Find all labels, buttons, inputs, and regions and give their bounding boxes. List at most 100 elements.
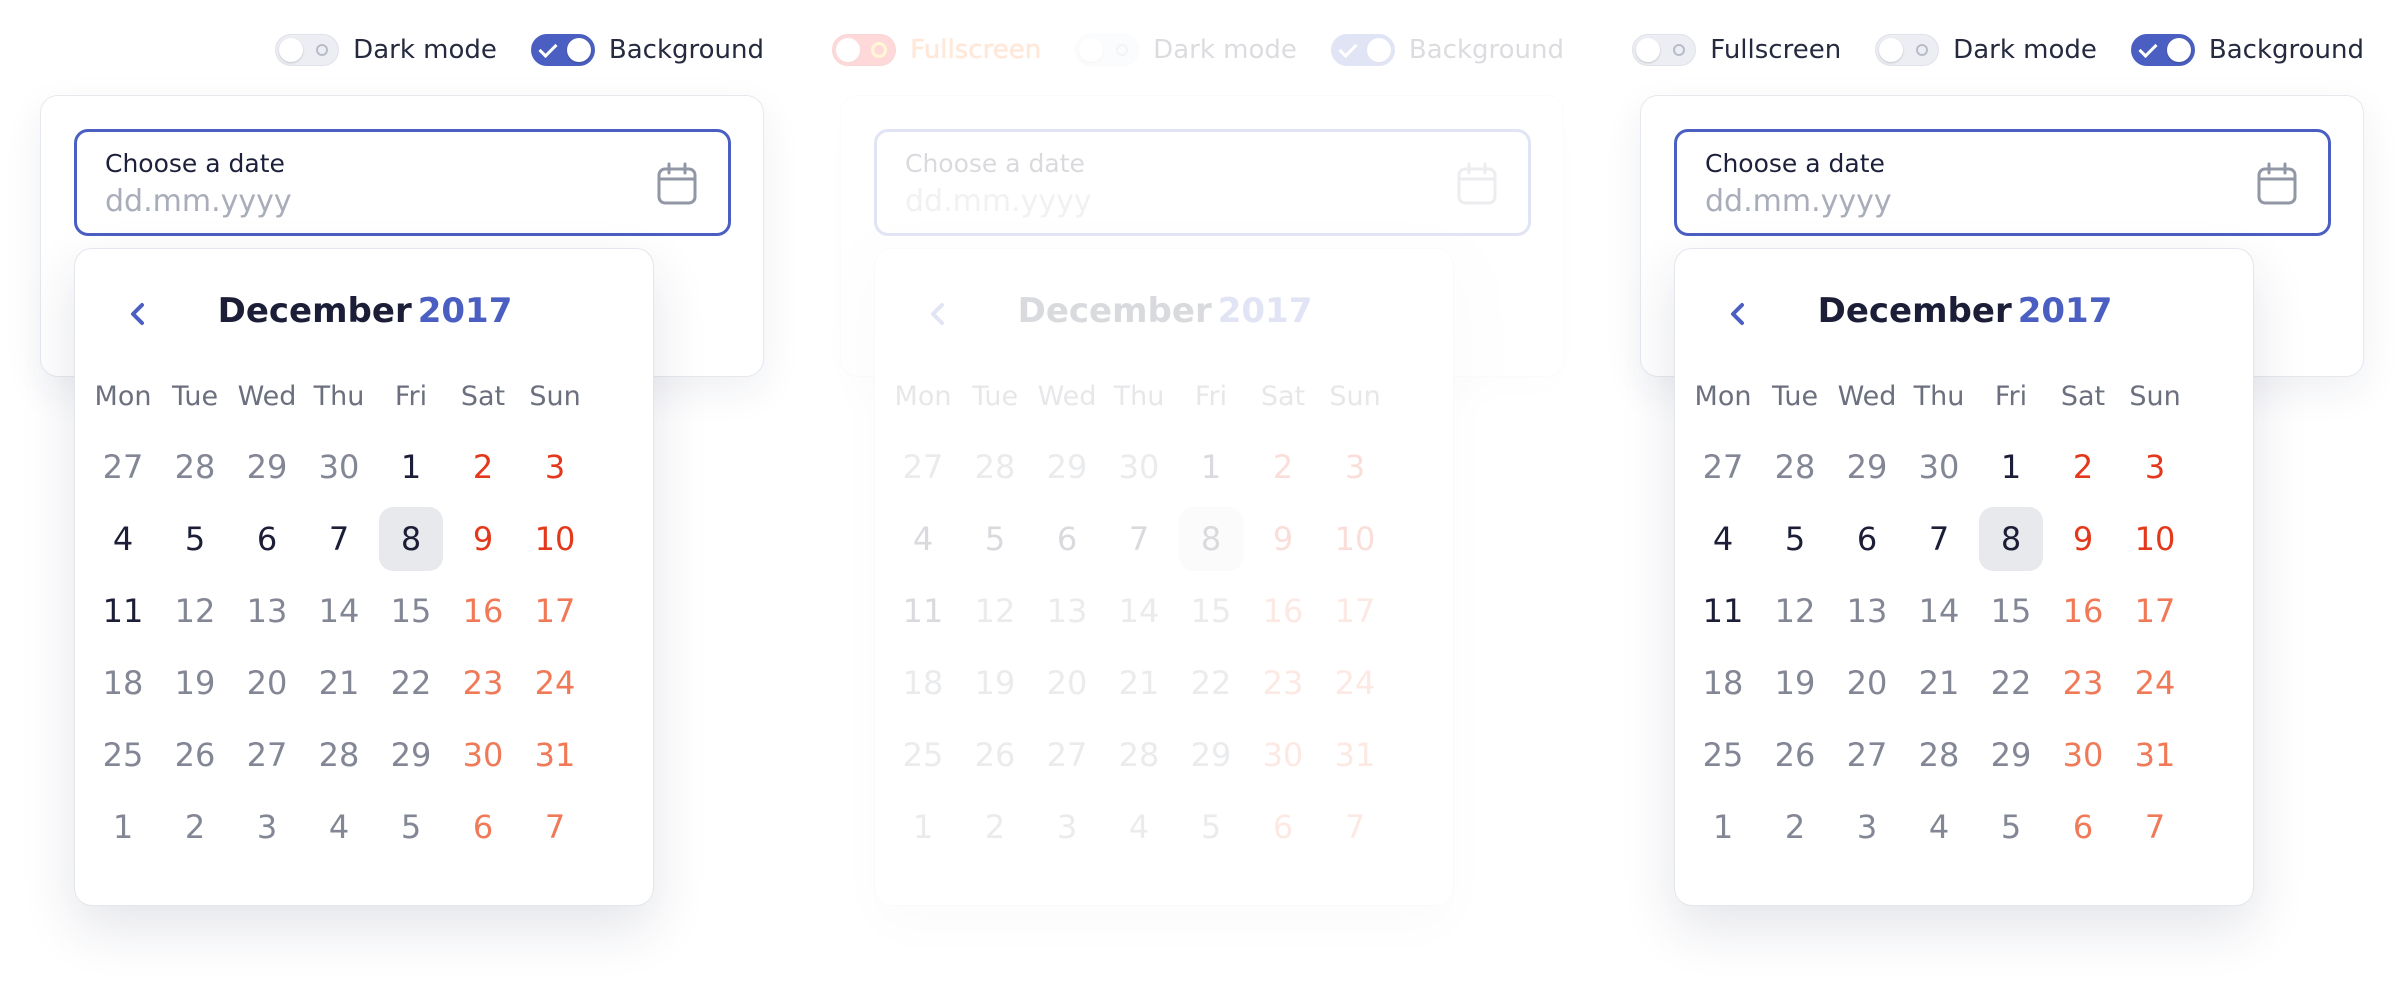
- day-cell[interactable]: 29: [1979, 723, 2043, 787]
- day-cell[interactable]: 22: [379, 651, 443, 715]
- day-cell[interactable]: 18: [891, 651, 955, 715]
- toggle-dark-mode[interactable]: Dark mode: [1075, 34, 1297, 66]
- dark-mode-switch[interactable]: [275, 34, 340, 66]
- day-cell[interactable]: 22: [1979, 651, 2043, 715]
- day-cell[interactable]: 26: [963, 723, 1027, 787]
- day-cell[interactable]: 30: [1107, 435, 1171, 499]
- dark-mode-switch[interactable]: [1075, 34, 1140, 66]
- day-cell[interactable]: 17: [1323, 579, 1387, 643]
- day-cell[interactable]: 27: [891, 435, 955, 499]
- day-cell[interactable]: 24: [2123, 651, 2187, 715]
- day-cell[interactable]: 30: [451, 723, 515, 787]
- day-cell[interactable]: 15: [379, 579, 443, 643]
- date-input[interactable]: [905, 184, 1425, 219]
- day-cell[interactable]: 1: [1179, 435, 1243, 499]
- selected-day[interactable]: 8: [379, 507, 443, 571]
- day-cell[interactable]: 1: [891, 795, 955, 859]
- dark-mode-switch[interactable]: [1875, 34, 1940, 66]
- day-cell[interactable]: 29: [1035, 435, 1099, 499]
- fullscreen-switch[interactable]: [1632, 34, 1697, 66]
- day-cell[interactable]: 27: [91, 435, 155, 499]
- day-cell[interactable]: 7: [307, 507, 371, 571]
- day-cell[interactable]: 9: [451, 507, 515, 571]
- day-cell[interactable]: 28: [1107, 723, 1171, 787]
- day-cell[interactable]: 4: [891, 507, 955, 571]
- day-cell[interactable]: 15: [1179, 579, 1243, 643]
- day-cell[interactable]: 28: [1907, 723, 1971, 787]
- day-cell[interactable]: 7: [1323, 795, 1387, 859]
- day-cell[interactable]: 14: [1907, 579, 1971, 643]
- day-cell[interactable]: 19: [163, 651, 227, 715]
- toggle-dark-mode[interactable]: Dark mode: [275, 34, 497, 66]
- day-cell[interactable]: 16: [1251, 579, 1315, 643]
- day-cell[interactable]: 30: [1907, 435, 1971, 499]
- day-cell[interactable]: 19: [963, 651, 1027, 715]
- date-input[interactable]: [1705, 184, 2225, 219]
- day-cell[interactable]: 17: [523, 579, 587, 643]
- day-cell[interactable]: 10: [1323, 507, 1387, 571]
- day-cell[interactable]: 10: [523, 507, 587, 571]
- day-cell[interactable]: 7: [1907, 507, 1971, 571]
- day-cell[interactable]: 28: [1763, 435, 1827, 499]
- day-cell[interactable]: 18: [1691, 651, 1755, 715]
- date-field[interactable]: Choose a date: [874, 129, 1531, 236]
- day-cell[interactable]: 4: [1107, 795, 1171, 859]
- day-cell[interactable]: 2: [2051, 435, 2115, 499]
- day-cell[interactable]: 11: [1691, 579, 1755, 643]
- day-cell[interactable]: 1: [91, 795, 155, 859]
- day-cell[interactable]: 6: [235, 507, 299, 571]
- day-cell[interactable]: 14: [307, 579, 371, 643]
- day-cell[interactable]: 6: [2051, 795, 2115, 859]
- day-cell[interactable]: 30: [307, 435, 371, 499]
- day-cell[interactable]: 24: [523, 651, 587, 715]
- day-cell[interactable]: 7: [1107, 507, 1171, 571]
- day-cell[interactable]: 13: [1835, 579, 1899, 643]
- day-cell[interactable]: 7: [523, 795, 587, 859]
- day-cell[interactable]: 25: [1691, 723, 1755, 787]
- day-cell[interactable]: 14: [1107, 579, 1171, 643]
- day-cell[interactable]: 3: [523, 435, 587, 499]
- day-cell[interactable]: 2: [451, 435, 515, 499]
- day-cell[interactable]: 27: [1035, 723, 1099, 787]
- day-cell[interactable]: 28: [307, 723, 371, 787]
- day-cell[interactable]: 6: [1835, 507, 1899, 571]
- selected-day[interactable]: 8: [1979, 507, 2043, 571]
- calendar-icon[interactable]: [2256, 162, 2298, 206]
- toggle-dark-mode[interactable]: Dark mode: [1875, 34, 2097, 66]
- day-cell[interactable]: 7: [2123, 795, 2187, 859]
- day-cell[interactable]: 18: [91, 651, 155, 715]
- day-cell[interactable]: 20: [1835, 651, 1899, 715]
- day-cell[interactable]: 3: [2123, 435, 2187, 499]
- day-cell[interactable]: 31: [2123, 723, 2187, 787]
- day-cell[interactable]: 27: [235, 723, 299, 787]
- day-cell[interactable]: 11: [91, 579, 155, 643]
- day-cell[interactable]: 2: [163, 795, 227, 859]
- day-cell[interactable]: 13: [235, 579, 299, 643]
- day-cell[interactable]: 26: [1763, 723, 1827, 787]
- day-cell[interactable]: 15: [1979, 579, 2043, 643]
- day-cell[interactable]: 9: [1251, 507, 1315, 571]
- day-cell[interactable]: 1: [1691, 795, 1755, 859]
- toggle-fullscreen[interactable]: Fullscreen: [832, 34, 1041, 66]
- day-cell[interactable]: 30: [2051, 723, 2115, 787]
- day-cell[interactable]: 21: [1907, 651, 1971, 715]
- calendar-icon[interactable]: [656, 162, 698, 206]
- day-cell[interactable]: 31: [1323, 723, 1387, 787]
- day-cell[interactable]: 25: [891, 723, 955, 787]
- day-cell[interactable]: 4: [1691, 507, 1755, 571]
- day-cell[interactable]: 19: [1763, 651, 1827, 715]
- day-cell[interactable]: 28: [163, 435, 227, 499]
- toggle-background[interactable]: Background: [1330, 34, 1564, 66]
- day-cell[interactable]: 6: [451, 795, 515, 859]
- toggle-fullscreen[interactable]: Fullscreen: [1632, 34, 1841, 66]
- background-switch[interactable]: [1330, 34, 1395, 66]
- background-switch[interactable]: [530, 34, 595, 66]
- day-cell[interactable]: 12: [163, 579, 227, 643]
- day-cell[interactable]: 20: [1035, 651, 1099, 715]
- day-cell[interactable]: 16: [2051, 579, 2115, 643]
- day-cell[interactable]: 12: [1763, 579, 1827, 643]
- day-cell[interactable]: 13: [1035, 579, 1099, 643]
- day-cell[interactable]: 16: [451, 579, 515, 643]
- day-cell[interactable]: 29: [1835, 435, 1899, 499]
- day-cell[interactable]: 20: [235, 651, 299, 715]
